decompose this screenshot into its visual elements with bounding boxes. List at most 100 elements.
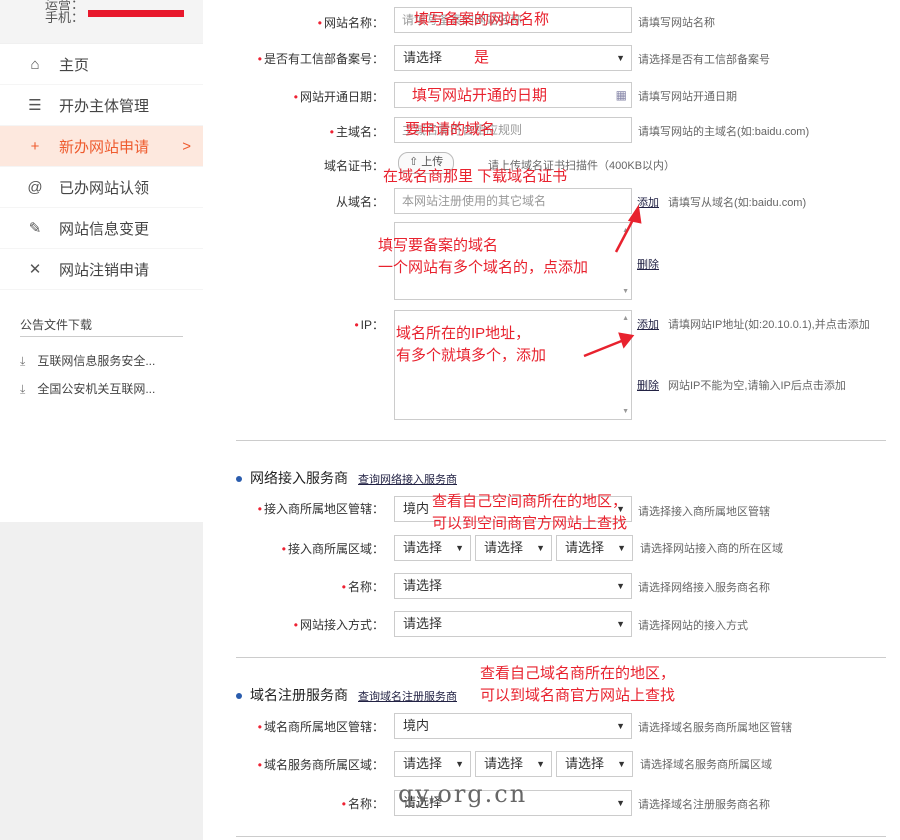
annotation-ip-2: 有多个就填多个，添加 xyxy=(396,347,547,364)
chevron-down-icon: ▼ xyxy=(536,759,545,769)
access-city-value: 请选择 xyxy=(484,540,524,555)
registrar-district-select[interactable]: 请选择 ▼ xyxy=(556,751,633,777)
annotation-registrar-1: 查看自己域名商所在的地区， xyxy=(480,665,676,682)
required-mark: • xyxy=(341,797,346,811)
required-mark: • xyxy=(257,720,262,734)
icp-label: • 是否有工信部备案号： xyxy=(258,50,384,67)
icp-select-value: 请选择 xyxy=(403,50,443,65)
sub-domain-input[interactable]: 本网站注册使用的其它域名 xyxy=(394,188,632,214)
registrar-name-hint: 请选择域名注册服务商名称 xyxy=(638,799,770,811)
registrar-region-hint: 请选择域名服务商所属区域 xyxy=(640,759,772,771)
annotation-main-domain: 要申请的域名 xyxy=(405,121,496,138)
query-access-provider-link[interactable]: 查询网络接入服务商 xyxy=(358,474,457,486)
sidebar-menu: ⌂ 主页 ☰ 开办主体管理 + 新办网站申请 > @ 已办网站认领 ✎ 网站信息… xyxy=(0,44,203,290)
sidebar: 运营： 手机： ⌂ 主页 ☰ 开办主体管理 + 新办网站申请 > @ 已办网站认… xyxy=(0,0,203,840)
required-mark: • xyxy=(281,542,286,556)
access-district-select[interactable]: 请选择 ▼ xyxy=(556,535,633,561)
scroll-up-icon[interactable]: ▲ xyxy=(622,315,629,322)
chevron-down-icon: ▼ xyxy=(616,581,625,591)
registrar-city-value: 请选择 xyxy=(484,756,524,771)
registrar-province-value: 请选择 xyxy=(403,756,443,771)
annotation-access-2: 可以到空间商官方网站上查找 xyxy=(432,515,628,532)
access-region-label-text: 接入商所属区域： xyxy=(287,542,384,556)
sidebar-item-new-site-application[interactable]: + 新办网站申请 > xyxy=(0,126,203,167)
sub-domain-delete-link[interactable]: 删除 xyxy=(637,256,659,272)
sub-domain-hint: 请填写从域名(如:baidu.com) xyxy=(668,197,807,209)
access-name-value: 请选择 xyxy=(403,578,443,593)
ip-hint: 请填网站IP地址(如:20.10.0.1),并点击添加 xyxy=(668,319,870,331)
access-section-title: 网络接入服务商 查询网络接入服务商 xyxy=(236,468,457,488)
access-name-select[interactable]: 请选择 ▼ xyxy=(394,573,632,599)
download-icon: ⤓ xyxy=(20,354,26,368)
scroll-down-icon[interactable]: ▼ xyxy=(622,288,629,295)
access-method-select[interactable]: 请选择 ▼ xyxy=(394,611,632,637)
ip-label-text: IP： xyxy=(360,318,384,332)
ip-label: • IP： xyxy=(354,316,384,333)
annotation-sub-domain-2: 一个网站有多个域名的，点添加 xyxy=(378,259,589,276)
registrar-region-mgmt-select[interactable]: 境内 ▼ xyxy=(394,713,632,739)
at-icon: @ xyxy=(27,178,43,196)
access-city-select[interactable]: 请选择 ▼ xyxy=(475,535,552,561)
calendar-icon[interactable]: ▦ xyxy=(616,83,627,107)
registrar-name-label: • 名称： xyxy=(342,795,384,812)
sidebar-item-site-cancel[interactable]: ✕ 网站注销申请 xyxy=(0,249,203,290)
chevron-down-icon: ▼ xyxy=(616,53,625,63)
required-mark: • xyxy=(257,502,262,516)
chevron-down-icon: ▼ xyxy=(616,721,625,731)
ip-delete-link[interactable]: 删除 xyxy=(637,377,659,393)
sidebar-item-label: 已办网站认领 xyxy=(59,179,150,197)
close-icon: ✕ xyxy=(28,261,42,278)
phone-label: 手机： xyxy=(45,10,85,25)
download-icon: ⤓ xyxy=(20,382,26,396)
bullet-icon xyxy=(236,693,242,700)
access-method-hint: 请选择网站的接入方式 xyxy=(638,620,748,632)
access-method-label: • 网站接入方式： xyxy=(294,616,384,633)
divider xyxy=(236,440,886,441)
ip-delete-hint: 网站IP不能为空,请输入IP后点击添加 xyxy=(668,380,846,392)
required-mark: • xyxy=(293,618,298,632)
access-province-select[interactable]: 请选择 ▼ xyxy=(394,535,471,561)
icp-select[interactable]: 请选择 ▼ xyxy=(394,45,632,71)
registrar-section-title: 域名注册服务商 查询域名注册服务商 xyxy=(236,685,457,705)
registrar-city-select[interactable]: 请选择 ▼ xyxy=(475,751,552,777)
registrar-region-mgmt-label-text: 域名商所属地区管辖： xyxy=(263,720,384,734)
registrar-region-label: • 域名服务商所属区域： xyxy=(258,756,384,773)
user-info: 运营： 手机： xyxy=(0,0,203,43)
chevron-down-icon: ▼ xyxy=(617,759,626,769)
scroll-up-icon[interactable]: ▲ xyxy=(622,227,629,234)
access-method-label-text: 网站接入方式： xyxy=(299,618,384,632)
sidebar-item-home[interactable]: ⌂ 主页 xyxy=(0,44,203,85)
annotation-site-name: 填写备案的网站名称 xyxy=(414,11,550,28)
chevron-down-icon: ▼ xyxy=(617,543,626,553)
access-region-mgmt-hint: 请选择接入商所属地区管辖 xyxy=(638,506,770,518)
watermark: qy.org.cn xyxy=(398,780,528,808)
registrar-province-select[interactable]: 请选择 ▼ xyxy=(394,751,471,777)
annotation-registrar-2: 可以到域名商官方网站上查找 xyxy=(480,687,676,704)
required-mark: • xyxy=(257,52,262,66)
access-region-hint: 请选择网站接入商的所在区域 xyxy=(640,543,783,555)
required-mark: • xyxy=(341,580,346,594)
download-link[interactable]: ⤓ 全国公安机关互联网... xyxy=(20,380,155,397)
main-domain-label: • 主域名： xyxy=(330,123,384,140)
download-link[interactable]: ⤓ 互联网信息服务安全... xyxy=(20,352,155,369)
sidebar-item-label: 主页 xyxy=(59,56,90,74)
registrar-title-text: 域名注册服务商 xyxy=(250,687,348,703)
ip-add-link[interactable]: 添加 xyxy=(637,316,659,332)
sidebar-item-site-info-change[interactable]: ✎ 网站信息变更 xyxy=(0,208,203,249)
sub-domain-add-link[interactable]: 添加 xyxy=(637,194,659,210)
access-province-value: 请选择 xyxy=(403,540,443,555)
required-mark: • xyxy=(317,16,322,30)
main-domain-label-text: 主域名： xyxy=(335,125,384,139)
open-date-label: • 网站开通日期： xyxy=(294,88,384,105)
annotation-icp: 是 xyxy=(474,49,490,66)
scroll-down-icon[interactable]: ▼ xyxy=(622,408,629,415)
registrar-district-value: 请选择 xyxy=(565,756,605,771)
query-registrar-link[interactable]: 查询域名注册服务商 xyxy=(358,691,457,703)
site-name-label-text: 网站名称： xyxy=(323,16,384,30)
sidebar-item-claim-site[interactable]: @ 已办网站认领 xyxy=(0,167,203,208)
sidebar-item-label: 新办网站申请 xyxy=(59,138,150,156)
icp-label-text: 是否有工信部备案号： xyxy=(263,52,384,66)
access-name-label-text: 名称： xyxy=(347,580,384,594)
access-region-mgmt-label-text: 接入商所属地区管辖： xyxy=(263,502,384,516)
sidebar-item-entity-management[interactable]: ☰ 开办主体管理 xyxy=(0,85,203,126)
